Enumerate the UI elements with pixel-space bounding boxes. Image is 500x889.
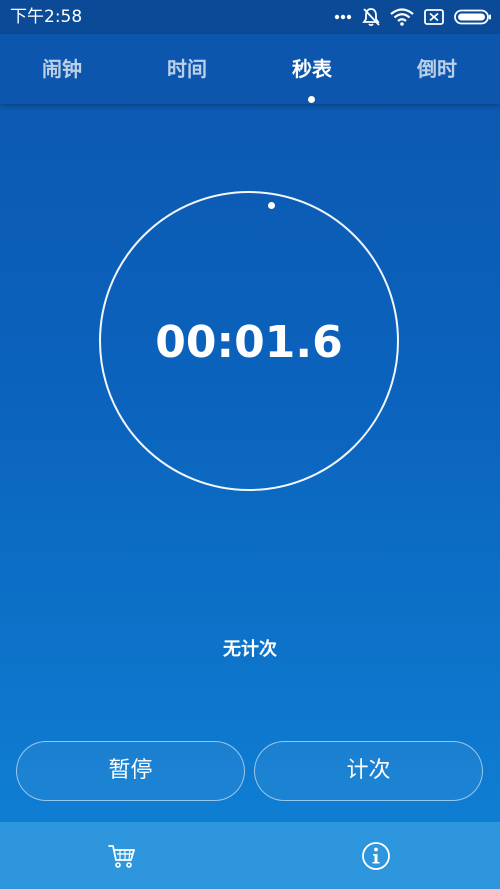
tab-alarm[interactable]: 闹钟: [17, 54, 107, 84]
bottom-bar: [0, 822, 500, 889]
mute-bell-icon: [362, 7, 380, 27]
status-icons: [334, 7, 492, 27]
cart-icon[interactable]: [106, 840, 138, 872]
no-sim-icon: [424, 9, 444, 25]
wifi-icon: [390, 8, 414, 26]
elapsed-time: 00:01.6: [155, 317, 343, 368]
pause-button[interactable]: 暂停: [16, 741, 245, 801]
tab-stopwatch[interactable]: 秒表: [267, 54, 357, 84]
tab-clock[interactable]: 时间: [142, 54, 232, 84]
tab-bar: 闹钟 时间 秒表 倒时: [0, 34, 500, 104]
info-icon[interactable]: [360, 840, 392, 872]
lap-list-empty-text: 无计次: [223, 639, 277, 660]
lap-button[interactable]: 计次: [254, 741, 483, 801]
active-tab-indicator: [308, 96, 315, 103]
status-bar: 下午2:58: [0, 0, 500, 34]
more-dots-icon: [334, 14, 352, 20]
status-time: 下午2:58: [10, 7, 83, 27]
dial-progress-dot: [268, 202, 275, 209]
tab-timer[interactable]: 倒时: [392, 54, 482, 84]
battery-icon: [454, 9, 492, 25]
